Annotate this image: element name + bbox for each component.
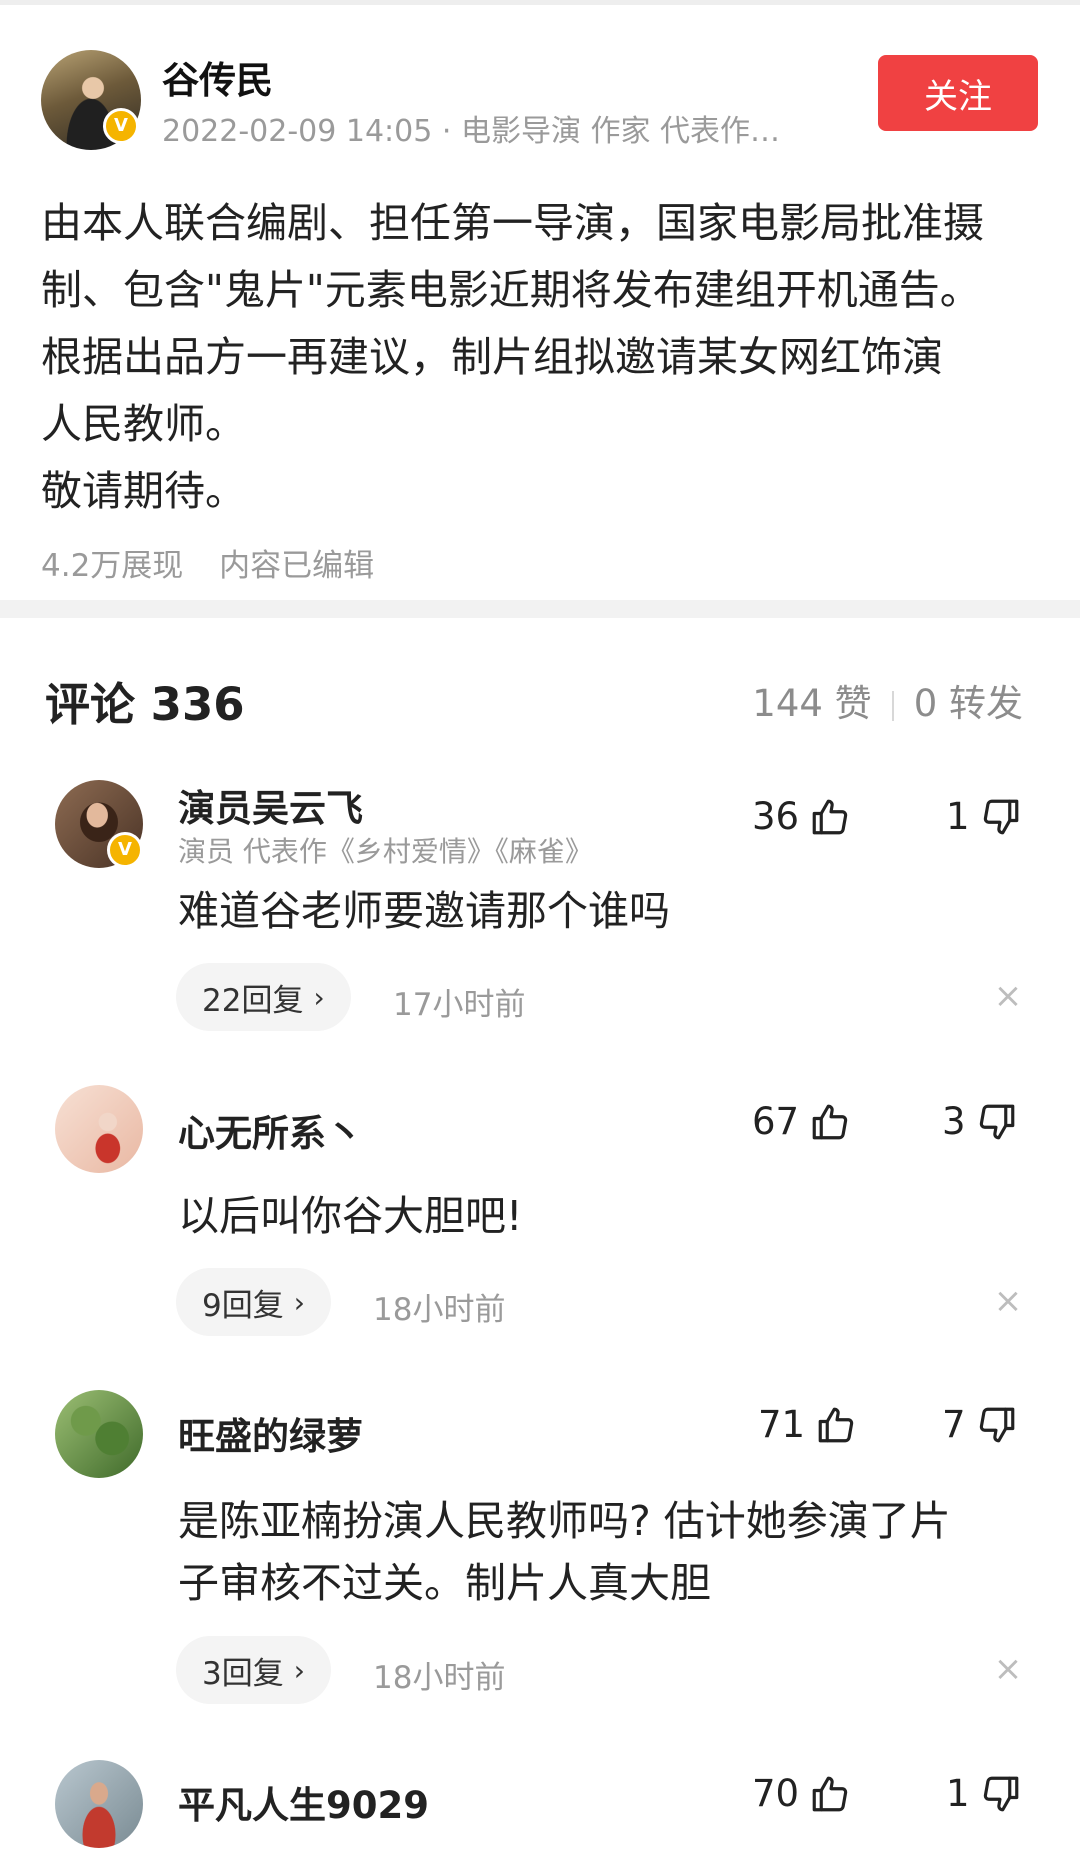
dislike-button[interactable]: 7 [942,1403,1018,1446]
edited-label: 内容已编辑 [219,548,375,584]
post-body-line: 人民教师。 [41,400,246,448]
commenter-avatar[interactable] [55,1760,143,1848]
comment-time: 18小时前 [373,1292,506,1328]
commenter-avatar[interactable] [55,1390,143,1478]
comment-time: 18小时前 [373,1660,506,1696]
comment-time: 17小时前 [393,987,526,1023]
close-icon[interactable]: × [990,978,1026,1014]
likes-count[interactable]: 144 赞 [752,682,871,725]
chevron-right-icon: › [293,1653,305,1687]
replies-button[interactable]: 3回复 › [176,1636,331,1704]
like-count: 67 [752,1100,800,1143]
commenter-name[interactable]: 心无所系丶 [178,1103,363,1157]
chevron-right-icon: › [293,1285,305,1319]
like-button[interactable]: 36 [752,795,851,838]
author-name[interactable]: 谷传民 [162,50,273,104]
dislike-button[interactable]: 1 [946,1772,1022,1815]
commenter-name[interactable]: 平凡人生9029 [178,1775,429,1829]
view-count: 4.2万展现 [41,548,184,584]
commenter-name[interactable]: 旺盛的绿萝 [178,1406,363,1460]
replies-button[interactable]: 9回复 › [176,1268,331,1336]
post-body-line: 根据出品方一再建议，制片组拟邀请某女网红饰演 [41,333,943,381]
close-icon[interactable]: × [990,1651,1026,1687]
replies-button[interactable]: 22回复 › [176,963,351,1031]
like-button[interactable]: 71 [758,1403,857,1446]
like-count: 70 [752,1772,800,1815]
thumbs-down-icon [979,1104,1014,1139]
like-count: 36 [752,795,800,838]
thumbs-up-icon [812,1104,848,1139]
follow-button[interactable]: 关注 [878,55,1038,131]
comments-title: 评论 336 [45,678,245,731]
post-stats: 4.2万展现 内容已编辑 [41,540,374,585]
chevron-right-icon: › [313,980,325,1014]
dislike-count: 7 [942,1403,966,1446]
shares-count[interactable]: 0 转发 [914,682,1023,725]
close-icon[interactable]: × [990,1283,1026,1319]
dislike-count: 1 [946,795,970,838]
comments-counts: 144 赞 0 转发 [752,673,1023,727]
dislike-button[interactable]: 3 [942,1100,1018,1143]
thumbs-up-icon [818,1407,854,1442]
like-button[interactable]: 70 [752,1772,851,1815]
comment-text: 是陈亚楠扮演人民教师吗? 估计她参演了片 子审核不过关。制片人真大胆 [178,1490,951,1614]
post-body-line: 由本人联合编剧、担任第一导演，国家电影局批准摄 [41,199,984,247]
dislike-button[interactable]: 1 [946,795,1022,838]
commenter-desc: 演员 代表作《乡村爱情》《麻雀》 [178,835,593,868]
reply-count: 9回复 [202,1287,284,1324]
dislike-count: 1 [946,1772,970,1815]
thumbs-down-icon [983,1776,1018,1811]
post-body-line: 敬请期待。 [41,467,246,515]
top-divider [0,0,1080,5]
thumbs-down-icon [979,1407,1014,1442]
comment-text-line: 子审核不过关。制片人真大胆 [178,1559,711,1607]
commenter-avatar[interactable] [55,1085,143,1173]
post-body: 由本人联合编剧、担任第一导演，国家电影局批准摄 制、包含"鬼片"元素电影近期将发… [41,190,1041,525]
thumbs-up-icon [812,799,848,834]
post-meta: 2022-02-09 14:05 · 电影导演 作家 代表作… [162,114,781,149]
thumbs-up-icon [812,1776,848,1811]
post-body-line: 制、包含"鬼片"元素电影近期将发布建组开机通告。 [41,266,981,314]
comment-text: 以后叫你谷大胆吧! [178,1185,522,1247]
comment-text-line: 难道谷老师要邀请那个谁吗 [178,887,670,935]
reply-count: 3回复 [202,1655,284,1692]
comment-text: 难道谷老师要邀请那个谁吗 [178,880,670,942]
verified-badge-icon: V [107,832,143,868]
thumbs-down-icon [983,799,1018,834]
counts-divider [891,690,894,721]
comment-text-line: 是陈亚楠扮演人民教师吗? 估计她参演了片 [178,1497,951,1545]
section-divider [0,600,1080,618]
dislike-count: 3 [942,1100,966,1143]
commenter-name[interactable]: 演员吴云飞 [178,778,363,832]
comment-text-line: 以后叫你谷大胆吧! [178,1192,523,1240]
like-button[interactable]: 67 [752,1100,851,1143]
like-count: 71 [758,1403,806,1446]
reply-count: 22回复 [202,982,304,1019]
verified-badge-icon: V [103,108,139,144]
